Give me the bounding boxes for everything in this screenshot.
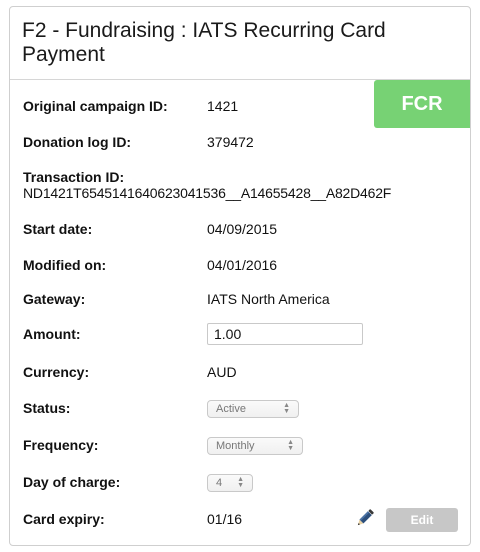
currency-value: AUD xyxy=(207,364,237,380)
gateway-value: IATS North America xyxy=(207,291,330,307)
original-campaign-id-label: Original campaign ID: xyxy=(23,98,168,114)
card-header: F2 - Fundraising : IATS Recurring Card P… xyxy=(10,7,470,80)
transaction-id-label: Transaction ID: xyxy=(23,169,125,185)
select-arrows-icon: ▲ ▼ xyxy=(287,439,294,452)
currency-label: Currency: xyxy=(23,364,90,380)
select-arrows-icon: ▲ ▼ xyxy=(283,402,290,415)
status-select[interactable]: Active ▲ ▼ xyxy=(207,400,299,418)
donation-log-id-label: Donation log ID: xyxy=(23,134,132,150)
start-date-value: 04/09/2015 xyxy=(207,221,278,237)
modified-on-value: 04/01/2016 xyxy=(207,257,278,273)
status-select-value: Active xyxy=(216,403,246,415)
pencil-icon[interactable] xyxy=(354,507,376,529)
card-expiry-label: Card expiry: xyxy=(23,511,105,527)
amount-input[interactable] xyxy=(207,323,363,345)
day-of-charge-label: Day of charge: xyxy=(23,474,121,490)
transaction-id-value: ND1421T6545141640623041536__A14655428__A… xyxy=(23,185,392,201)
frequency-select-value: Monthly xyxy=(216,440,255,452)
amount-label: Amount: xyxy=(23,326,81,342)
edit-button[interactable]: Edit xyxy=(386,508,458,532)
gateway-label: Gateway: xyxy=(23,291,86,307)
frequency-select[interactable]: Monthly ▲ ▼ xyxy=(207,437,303,455)
original-campaign-id-value: 1421 xyxy=(207,98,239,114)
day-of-charge-select-value: 4 xyxy=(216,477,223,489)
card-expiry-value: 01/16 xyxy=(207,511,243,527)
select-arrows-icon: ▲ ▼ xyxy=(237,476,244,489)
donation-log-id-value: 379472 xyxy=(207,134,254,150)
start-date-label: Start date: xyxy=(23,221,93,237)
page-title: F2 - Fundraising : IATS Recurring Card P… xyxy=(22,19,386,66)
status-label: Status: xyxy=(23,400,71,416)
day-of-charge-select[interactable]: 4 ▲ ▼ xyxy=(207,474,253,492)
payment-card: F2 - Fundraising : IATS Recurring Card P… xyxy=(9,6,471,546)
frequency-label: Frequency: xyxy=(23,437,99,453)
status-badge: FCR xyxy=(374,80,470,128)
modified-on-label: Modified on: xyxy=(23,257,107,273)
